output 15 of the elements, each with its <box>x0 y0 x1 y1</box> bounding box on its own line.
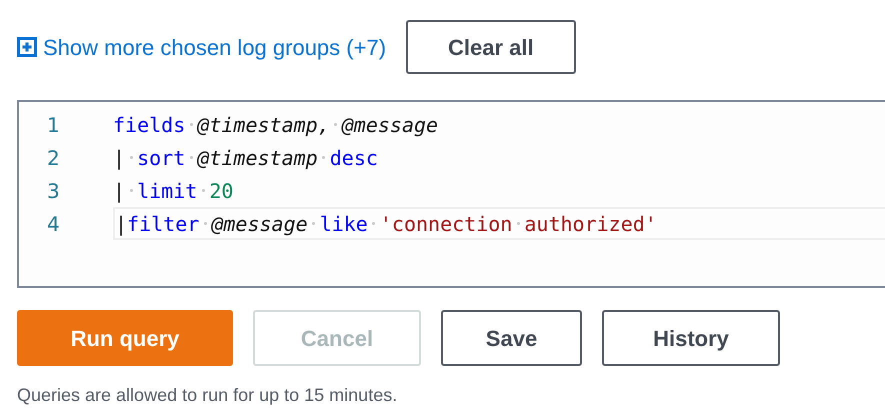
line-number: 1 <box>46 112 61 138</box>
line-number: 2 <box>46 144 61 172</box>
hint-text: Queries are allowed to run for up to 15 minutes. <box>17 384 398 407</box>
code-text: |filter @message like 'connection authorized' <box>115 210 657 238</box>
clear-all-button[interactable]: Clear all <box>406 20 576 74</box>
action-button[interactable]: Save <box>441 310 582 366</box>
line-number: 4 <box>46 210 61 238</box>
code-text: | limit 20 <box>113 178 234 205</box>
line-number: 3 <box>46 178 61 204</box>
action-button[interactable]: History <box>602 310 780 366</box>
code-text: fields @timestamp, @message <box>113 112 438 138</box>
code-text: | sort @timestamp desc <box>113 144 378 172</box>
plus-square-icon <box>17 37 37 57</box>
show-more-log-groups-link[interactable]: Show more chosen log groups (+7) <box>17 30 386 64</box>
query-editor[interactable]: 1 fields @timestamp, @message 2 | sort @timestamp desc 3 | limit 20 4 |filter @message like 'connection authorized' <box>17 100 885 288</box>
